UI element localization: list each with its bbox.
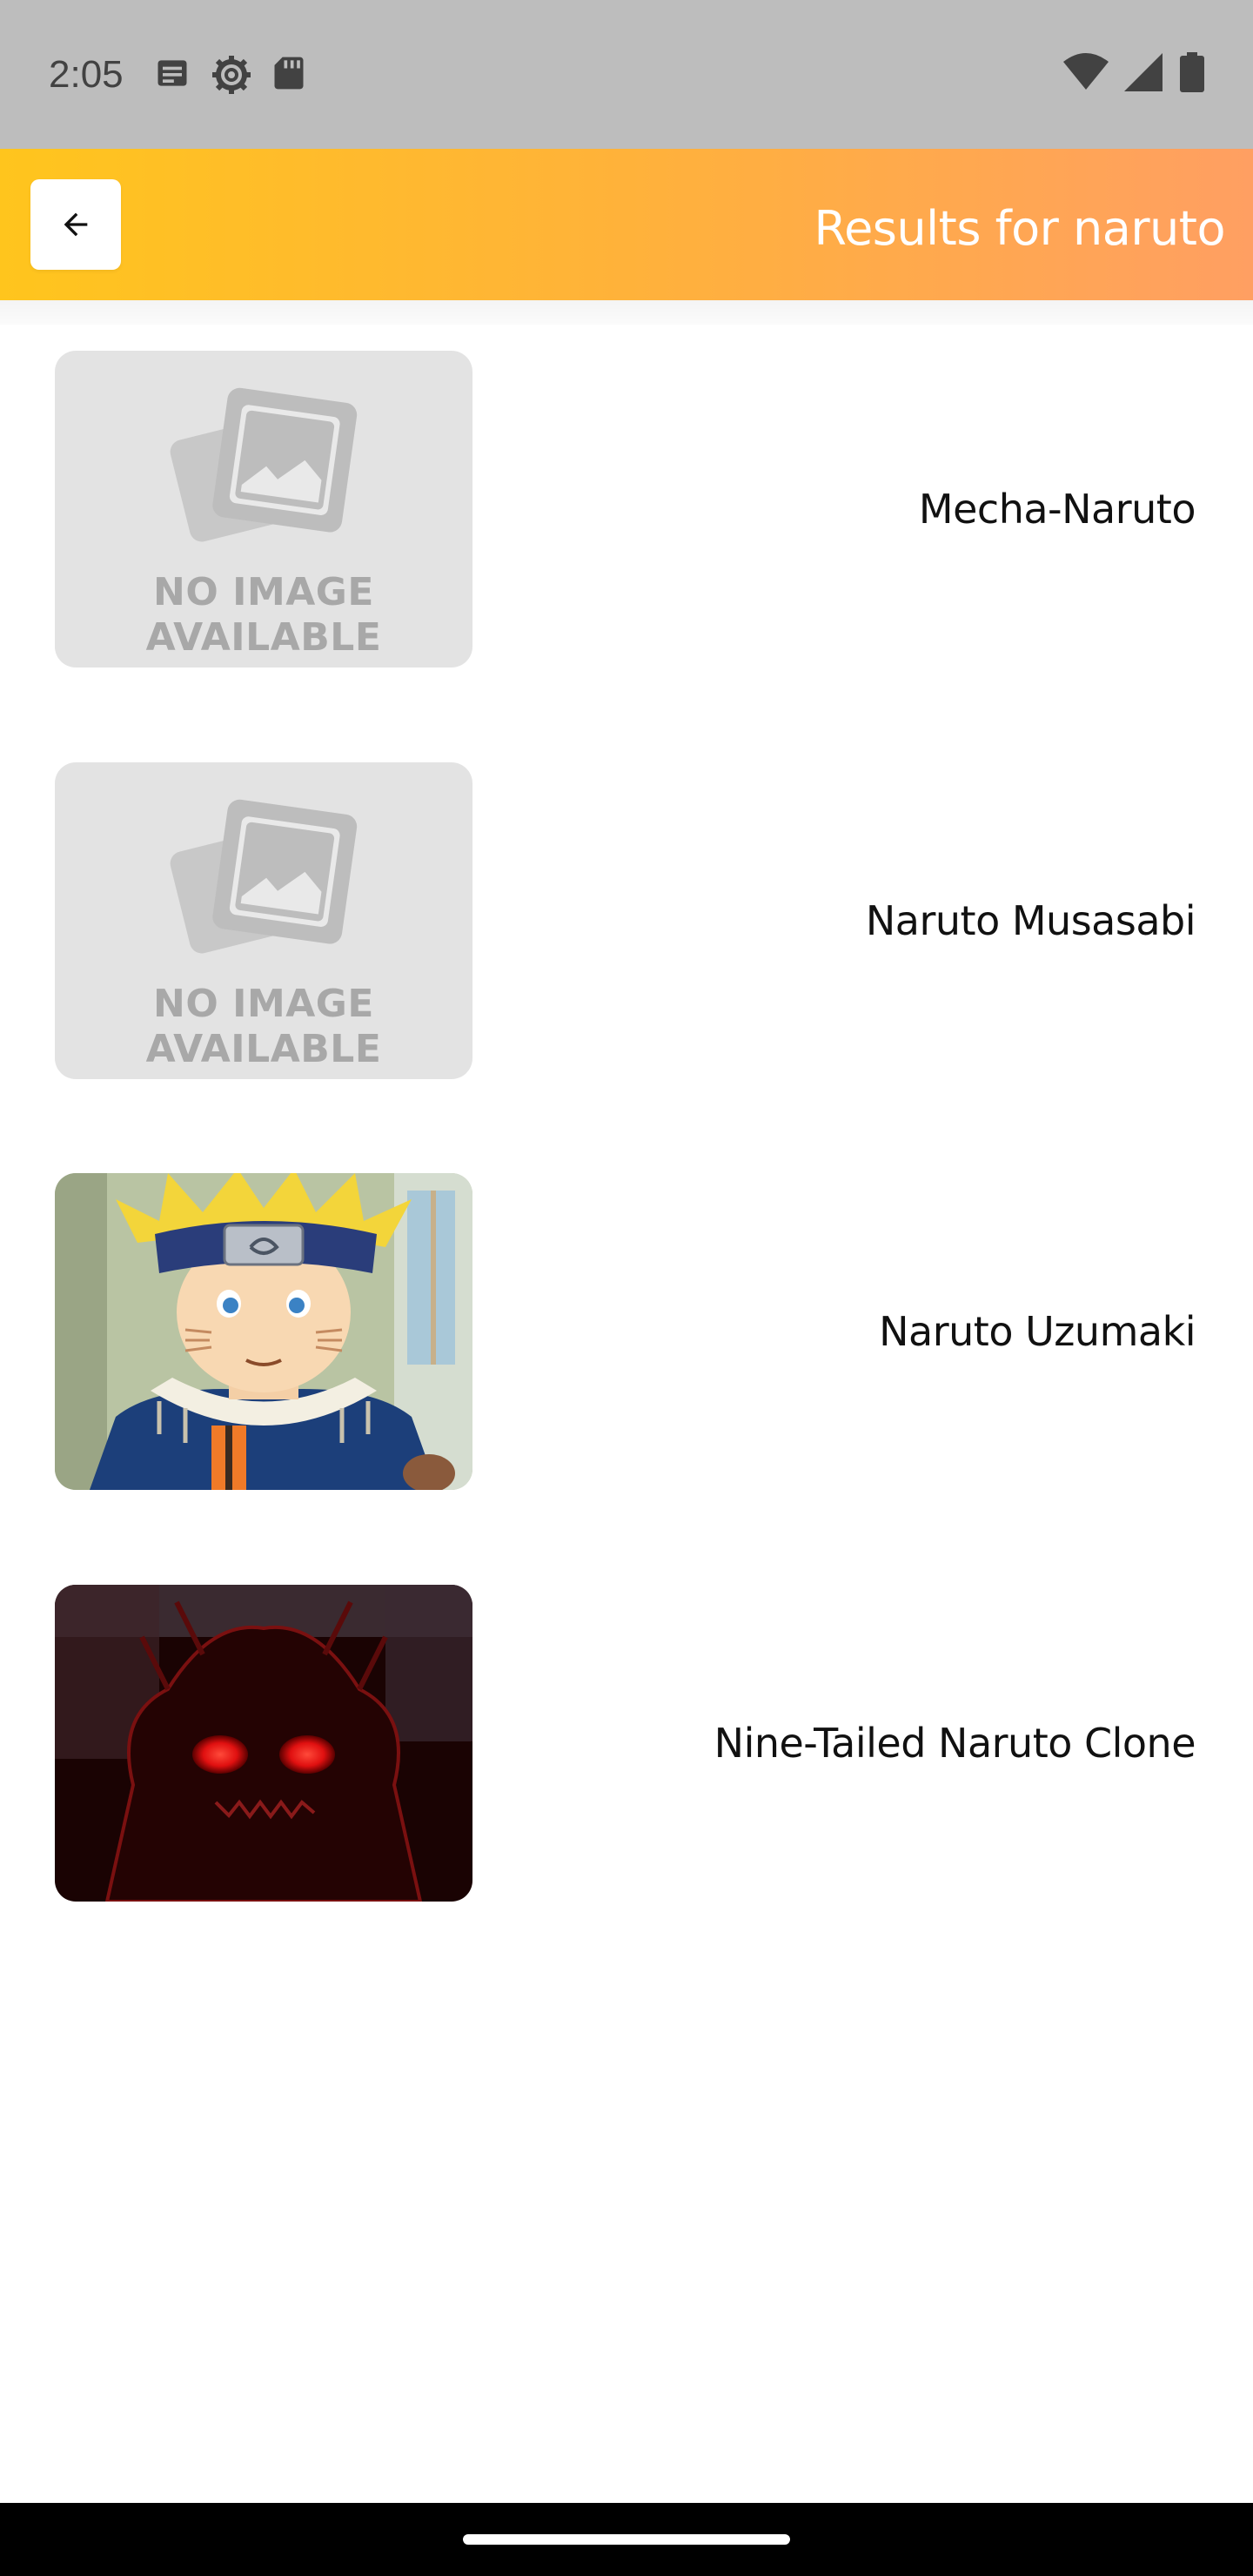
back-button[interactable] xyxy=(30,179,121,270)
no-image-line2: AVAILABLE xyxy=(145,1027,382,1071)
status-bar: 2:05 xyxy=(0,0,1253,149)
status-icons-right xyxy=(1063,52,1204,92)
page-title: Results for naruto xyxy=(814,201,1225,256)
list-item[interactable]: NO IMAGE AVAILABLE Naruto Musasabi xyxy=(0,762,1253,1079)
no-image-line1: NO IMAGE xyxy=(153,570,374,614)
settings-gear-icon xyxy=(212,56,251,94)
battery-icon xyxy=(1180,52,1204,92)
list-item[interactable]: Naruto Uzumaki xyxy=(0,1173,1253,1490)
status-icons-left xyxy=(153,54,306,96)
arrow-left-icon xyxy=(64,212,88,237)
no-image-line2: AVAILABLE xyxy=(145,615,382,660)
notification-doc-icon xyxy=(157,60,187,86)
result-name: Mecha-Naruto xyxy=(918,486,1196,533)
result-name: Naruto Musasabi xyxy=(865,897,1196,944)
image-placeholder-icon xyxy=(170,387,358,542)
app-bar-shadow xyxy=(0,300,1253,325)
nine-tails-clone-image xyxy=(55,1585,472,1902)
no-image-placeholder: NO IMAGE AVAILABLE xyxy=(55,762,472,1079)
no-image-line1: NO IMAGE xyxy=(153,982,374,1026)
list-item[interactable]: Nine-Tailed Naruto Clone xyxy=(0,1585,1253,1902)
wifi-icon xyxy=(1063,53,1109,90)
home-indicator[interactable] xyxy=(463,2534,790,2545)
cell-signal-icon xyxy=(1124,53,1163,91)
no-image-placeholder: NO IMAGE AVAILABLE xyxy=(55,351,472,667)
result-name: Nine-Tailed Naruto Clone xyxy=(714,1720,1196,1767)
image-placeholder-icon xyxy=(170,799,358,954)
result-name: Naruto Uzumaki xyxy=(879,1308,1196,1355)
naruto-portrait-image xyxy=(55,1173,472,1490)
sd-card-icon xyxy=(274,57,304,90)
status-time: 2:05 xyxy=(49,53,124,96)
list-item[interactable]: NO IMAGE AVAILABLE Mecha-Naruto xyxy=(0,351,1253,667)
